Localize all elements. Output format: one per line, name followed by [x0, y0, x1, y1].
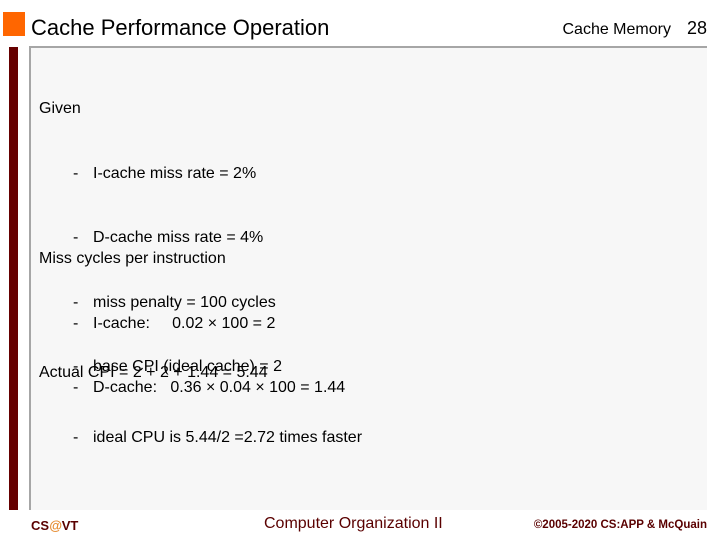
footer-logo-suffix: VT	[61, 518, 79, 533]
content-panel: Given - I-cache miss rate = 2% - D-cache m…	[29, 46, 707, 510]
list-item: - ideal CPU is 5.44/2 =2.72 times faster	[39, 427, 362, 449]
footer-logo-at: @	[49, 518, 62, 533]
miss-cycles-heading: Miss cycles per instruction	[39, 250, 226, 267]
actual-cpi-heading: Actual CPI = 2 + 2 + 1.44 = 5.44	[39, 364, 268, 381]
list-item-text: I-cache miss rate = 2%	[93, 164, 257, 182]
footer-copyright: ©2005-2020 CS:APP & McQuain	[533, 519, 707, 531]
footer-logo-csvt: CS@VT	[31, 518, 78, 533]
section-name: Cache Memory	[562, 21, 671, 38]
bullet-dash: -	[73, 428, 79, 446]
maroon-side-bar	[9, 47, 18, 510]
footer-logo-prefix: CS	[31, 518, 50, 533]
list-item: - I-cache miss rate = 2%	[39, 163, 282, 185]
slide-title: Cache Performance Operation	[31, 15, 330, 40]
actual-cpi-block: Actual CPI = 2 + 2 + 1.44 = 5.44 - ideal …	[39, 319, 362, 491]
page-number: 28	[686, 18, 707, 38]
given-heading: Given	[39, 100, 81, 117]
orange-accent-square	[3, 12, 25, 36]
bullet-dash: -	[73, 164, 79, 182]
footer-course-name: Computer Organization II	[264, 515, 443, 532]
header-right: Cache Memory 28	[562, 16, 707, 42]
list-item-text: ideal CPU is 5.44/2 =2.72 times faster	[93, 428, 363, 446]
